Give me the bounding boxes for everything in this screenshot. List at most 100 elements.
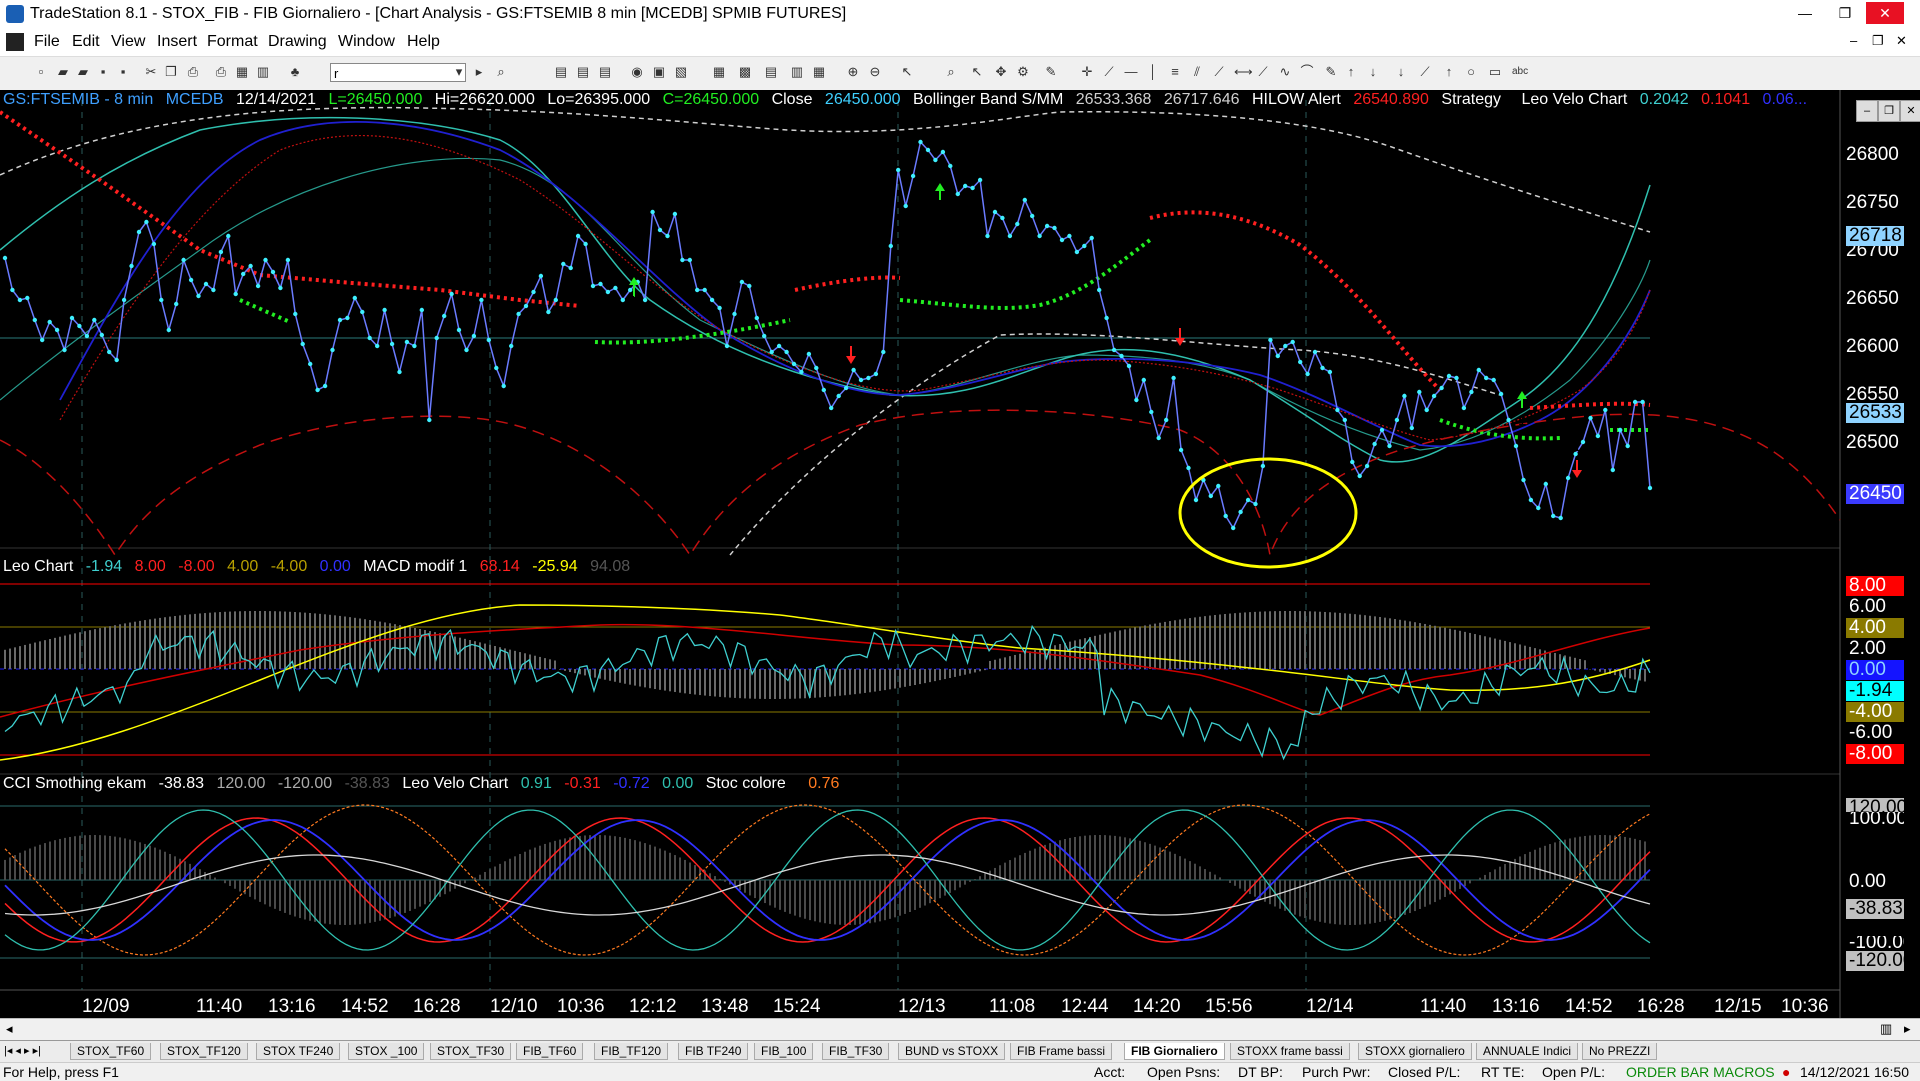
cci-value-1: -38.83: [158, 775, 204, 792]
leo-chart-label: Leo Chart: [3, 558, 74, 575]
hilow-label: HILOW Alert: [1251, 91, 1341, 108]
tab-stoxx-giornaliero[interactable]: STOXX giornaliero: [1358, 1043, 1472, 1060]
price-dot: [1178, 447, 1184, 453]
tab-stox-100[interactable]: STOX _100: [348, 1043, 425, 1060]
price-dot: [1000, 215, 1005, 221]
price-dot: [1588, 415, 1593, 421]
price-dot: [375, 343, 380, 349]
time-tick: 11:40: [1420, 996, 1467, 1017]
price-dot: [270, 269, 276, 275]
time-tick: 12/15: [1714, 996, 1762, 1017]
price-dot: [389, 341, 395, 347]
pane2-tag: 6.00: [1846, 597, 1904, 617]
price-dot: [546, 309, 551, 315]
scroll-right-icon[interactable]: ▸: [1904, 1021, 1911, 1037]
price-dot: [709, 297, 715, 303]
price-dot: [1647, 485, 1653, 491]
price-dot: [568, 265, 573, 271]
tab-no-prezzi[interactable]: No PREZZI: [1582, 1043, 1658, 1060]
price-dot: [1528, 497, 1534, 503]
price-dot: [121, 297, 127, 303]
leo-chart-pane-header: Leo Chart -1.94 8.00 -8.00 4.00 -4.00 0.…: [3, 558, 638, 576]
tab-fib-frame-bassi[interactable]: FIB Frame bassi: [1010, 1043, 1113, 1060]
macd-value-2: -25.94: [532, 558, 578, 575]
tab-fib-giornaliero[interactable]: FIB Giornaliero: [1124, 1043, 1225, 1060]
price-dot: [1231, 525, 1236, 531]
price-dot: [918, 139, 923, 145]
price-dot: [1305, 371, 1310, 377]
tab-fib-tf120[interactable]: FIB_TF120: [594, 1043, 669, 1060]
price-dot: [1044, 223, 1050, 229]
price-dot: [449, 291, 454, 297]
price-dot: [10, 287, 15, 293]
tab-fib-tf240[interactable]: FIB TF240: [678, 1043, 749, 1060]
price-dot: [762, 333, 767, 339]
status-datetime: 14/12/2021 16:50: [1800, 1064, 1909, 1080]
price-dot: [590, 283, 596, 289]
last-label: L=26450.000: [328, 91, 423, 108]
price-dot: [620, 297, 625, 303]
price-dot: [1565, 475, 1571, 481]
tab-annuale-indici[interactable]: ANNUALE Indici: [1476, 1043, 1579, 1060]
tab-fib-tf60[interactable]: FIB_TF60: [516, 1043, 584, 1060]
price-dot: [672, 211, 678, 217]
price-dot: [486, 337, 491, 343]
pane3-tag: -100.00: [1846, 936, 1904, 950]
price-dot: [1476, 367, 1482, 373]
price-dot: [628, 287, 633, 293]
price-dot: [1424, 407, 1429, 413]
time-tick: 12:44: [1061, 996, 1109, 1017]
status-bar: For Help, press F1 Acct: Open Psns: DT B…: [0, 1062, 1920, 1081]
pane-restore-button[interactable]: ❐: [1878, 100, 1900, 122]
price-dot: [1327, 369, 1333, 375]
leo-value-4: 4.00: [227, 558, 259, 575]
bollinger-value-1: 26533.368: [1075, 91, 1152, 108]
tab-stox-tf60[interactable]: STOX_TF60: [70, 1043, 152, 1060]
price-dot: [419, 307, 424, 313]
tab-fib-100[interactable]: FIB_100: [754, 1043, 814, 1060]
open-psns-field: Open Psns:: [1147, 1064, 1221, 1080]
horizontal-scrollbar[interactable]: ◂ ▥ ▸: [0, 1018, 1920, 1041]
scroll-thumb[interactable]: ▥: [1880, 1021, 1892, 1037]
price-dot: [1007, 233, 1013, 239]
price-dot: [471, 333, 477, 339]
time-tick: 13:16: [268, 996, 316, 1017]
price-dot: [724, 343, 730, 349]
tab-stox-tf120[interactable]: STOX_TF120: [160, 1043, 248, 1060]
price-dot: [1536, 505, 1541, 511]
price-dot: [1632, 399, 1638, 405]
price-dot: [1350, 459, 1355, 465]
bollinger-label: Bollinger Band S/MM: [913, 91, 1064, 108]
price-dot: [330, 347, 335, 353]
price-dot: [1551, 513, 1556, 519]
tab-nav-icons[interactable]: |◂ ◂ ▸ ▸|: [4, 1044, 41, 1057]
tab-fib-tf30[interactable]: FIB_TF30: [822, 1043, 890, 1060]
price-dot: [665, 233, 670, 239]
price-dot: [47, 319, 52, 325]
tab-bund-vs-stoxx[interactable]: BUND vs STOXX: [898, 1043, 1006, 1060]
time-tick: 11:40: [196, 996, 243, 1017]
price-dot: [181, 257, 186, 263]
price-dot: [278, 285, 283, 291]
tab-stox-tf30[interactable]: STOX_TF30: [430, 1043, 512, 1060]
price-dot: [977, 177, 983, 183]
pane-minimize-button[interactable]: –: [1856, 100, 1878, 122]
scroll-left-icon[interactable]: ◂: [6, 1021, 13, 1037]
price-dot: [821, 387, 826, 393]
time-tick: 15:24: [773, 996, 821, 1017]
order-bar-macros[interactable]: ORDER BAR MACROS: [1626, 1064, 1775, 1080]
chart-canvas[interactable]: [0, 0, 1920, 1020]
tab-stox-tf240[interactable]: STOX TF240: [256, 1043, 341, 1060]
price-dot: [308, 361, 313, 367]
pane-close-button[interactable]: ✕: [1900, 100, 1920, 122]
price-dot: [40, 337, 45, 343]
pane2-tag: 8.00: [1846, 576, 1904, 596]
price-dot: [92, 317, 97, 323]
date-label: 12/14/2021: [235, 91, 317, 108]
signal-marker: 1: [629, 293, 638, 310]
price-dot: [843, 385, 849, 391]
price-dot: [1111, 347, 1117, 353]
price-dot: [1141, 377, 1147, 383]
tab-stoxx-frame-bassi[interactable]: STOXX frame bassi: [1230, 1043, 1350, 1060]
price-dot: [903, 203, 908, 209]
